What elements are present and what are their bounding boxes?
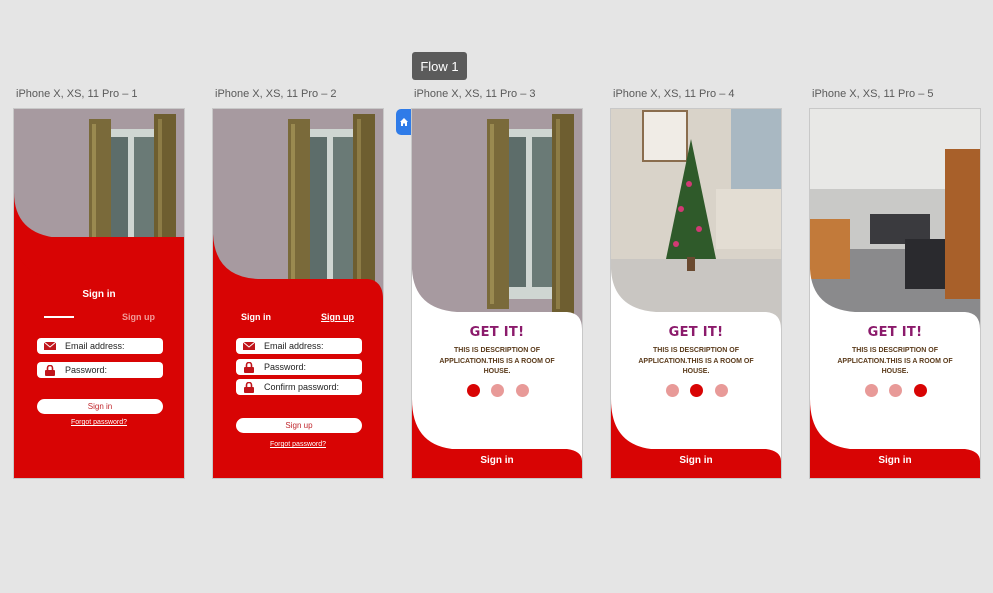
lock-icon	[244, 381, 254, 393]
flow-home-marker[interactable]	[396, 109, 412, 135]
onboarding-card	[412, 269, 582, 478]
email-placeholder: Email address:	[65, 341, 125, 351]
confirm-password-placeholder: Confirm password:	[264, 382, 340, 392]
page-dot-2[interactable]	[491, 384, 504, 397]
password-field[interactable]: Password:	[236, 359, 362, 375]
email-placeholder: Email address:	[264, 341, 324, 351]
confirm-password-field[interactable]: Confirm password:	[236, 379, 362, 395]
sign-in-heading: Sign in	[82, 289, 116, 300]
page-dot-3[interactable]	[715, 384, 728, 397]
onboarding-title: GET IT!	[469, 325, 525, 340]
artboard-label-4[interactable]: iPhone X, XS, 11 Pro – 4	[613, 88, 734, 100]
password-placeholder: Password:	[264, 362, 307, 372]
sign-up-button[interactable]: Sign up	[236, 418, 362, 433]
forgot-password-link[interactable]: Forgot password?	[14, 419, 184, 426]
lock-icon	[244, 361, 254, 373]
sign-in-button[interactable]: Sign in	[37, 399, 163, 414]
onboarding-card	[611, 269, 781, 478]
page-dot-1[interactable]	[666, 384, 679, 397]
onboarding-description: THIS IS DESCRIPTION OF APPLICATION.THIS …	[638, 347, 754, 375]
artboard-label-5[interactable]: iPhone X, XS, 11 Pro – 5	[812, 88, 933, 100]
page-dot-3[interactable]	[516, 384, 529, 397]
tab-sign-in[interactable]: Sign in	[241, 312, 271, 322]
onboarding-description: THIS IS DESCRIPTION OF APPLICATION.THIS …	[439, 347, 555, 375]
onboarding-title: GET IT!	[668, 325, 724, 340]
onboarding-sign-in[interactable]: Sign in	[611, 455, 781, 466]
artboard-label-3[interactable]: iPhone X, XS, 11 Pro – 3	[414, 88, 535, 100]
artboard-4-onboarding[interactable]: GET IT! THIS IS DESCRIPTION OF APPLICATI…	[611, 109, 781, 478]
home-icon	[400, 118, 408, 126]
page-dot-1[interactable]	[467, 384, 480, 397]
flow-label-badge[interactable]: Flow 1	[412, 52, 467, 80]
onboarding-sign-in[interactable]: Sign in	[412, 455, 582, 466]
onboarding-card	[810, 269, 980, 478]
lock-icon	[45, 364, 55, 376]
password-placeholder: Password:	[65, 365, 108, 375]
email-field[interactable]: Email address:	[236, 338, 362, 354]
tab-sign-up-active[interactable]: Sign up	[321, 312, 354, 322]
email-field[interactable]: Email address:	[37, 338, 163, 354]
page-dot-1[interactable]	[865, 384, 878, 397]
tab-sign-up[interactable]: Sign up	[122, 312, 155, 322]
page-dot-2[interactable]	[889, 384, 902, 397]
mail-icon	[44, 342, 56, 350]
forgot-password-link[interactable]: Forgot password?	[213, 441, 383, 448]
artboard-label-1[interactable]: iPhone X, XS, 11 Pro – 1	[16, 88, 137, 100]
mail-icon	[243, 342, 255, 350]
artboard-2-sign-up[interactable]: Sign in Sign up Email address: Password:…	[213, 109, 383, 478]
artboard-1-sign-in[interactable]: Sign in Sign up Email address: Password:…	[14, 109, 184, 478]
onboarding-description: THIS IS DESCRIPTION OF APPLICATION.THIS …	[837, 347, 953, 375]
artboard-label-2[interactable]: iPhone X, XS, 11 Pro – 2	[215, 88, 336, 100]
onboarding-title: GET IT!	[867, 325, 923, 340]
artboard-5-onboarding[interactable]: GET IT! THIS IS DESCRIPTION OF APPLICATI…	[810, 109, 980, 478]
password-field[interactable]: Password:	[37, 362, 163, 378]
artboard-3-onboarding[interactable]: GET IT! THIS IS DESCRIPTION OF APPLICATI…	[412, 109, 582, 478]
page-dot-2[interactable]	[690, 384, 703, 397]
onboarding-sign-in[interactable]: Sign in	[810, 455, 980, 466]
tab-underline	[44, 316, 74, 318]
flow-label-text: Flow 1	[420, 58, 459, 74]
page-dot-3[interactable]	[914, 384, 927, 397]
